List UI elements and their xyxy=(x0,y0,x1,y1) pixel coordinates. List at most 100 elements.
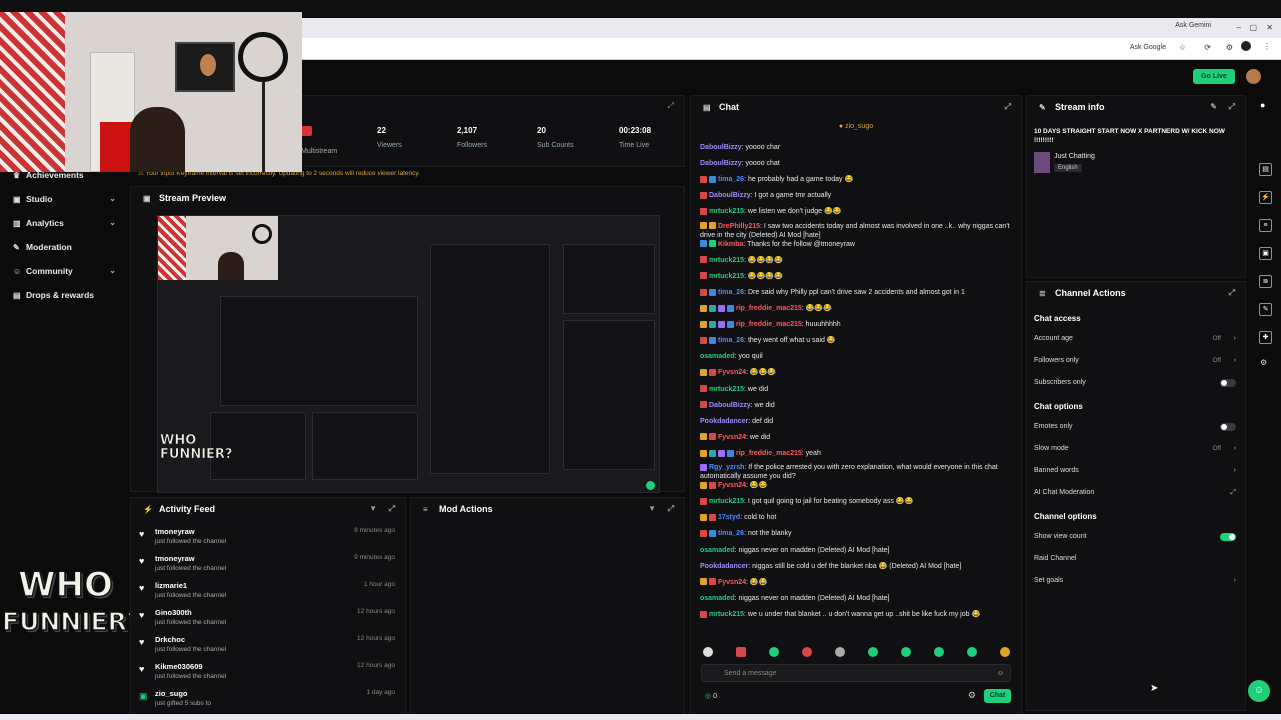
activity-username[interactable]: lizmarie1 xyxy=(155,581,187,590)
filter-icon[interactable]: ▼ xyxy=(648,498,656,520)
sidebar-item-studio[interactable]: ▣ Studio ⌄ xyxy=(0,188,128,210)
chat-username[interactable]: osamaded xyxy=(700,353,735,360)
rail-edit-icon[interactable]: ✎ xyxy=(1259,303,1272,316)
browser-address-bar[interactable]: Ask Google ☆ ⟳ ⚙ ⋮ xyxy=(300,38,1281,60)
chat-username[interactable]: mrtuck215 xyxy=(709,498,744,505)
chat-username[interactable]: Pookdadancer xyxy=(700,418,748,425)
go-live-button[interactable]: Go Live xyxy=(1193,69,1235,84)
edit-icon[interactable]: ✎ xyxy=(1210,96,1217,118)
chat-username[interactable]: DrePhilly215 xyxy=(718,223,760,230)
popout-icon[interactable]: ⤢ xyxy=(1229,282,1235,304)
chat-username[interactable]: tima_26 xyxy=(718,337,744,344)
star-icon[interactable]: ☆ xyxy=(1179,43,1186,52)
toggle-switch[interactable] xyxy=(1220,423,1236,431)
activity-username[interactable]: tmoneyraw xyxy=(155,527,195,536)
chevron-right-icon[interactable]: › xyxy=(1234,464,1236,478)
chevron-right-icon[interactable]: › xyxy=(1234,332,1236,346)
chat-username[interactable]: Fyvsn24 xyxy=(718,434,746,441)
activity-item[interactable]: ▣ zio_sugo just gifted 5 subs to 1 day ago xyxy=(139,688,401,715)
rail-list-icon[interactable]: ≡ xyxy=(1259,219,1272,232)
activity-username[interactable]: zio_sugo xyxy=(155,689,188,698)
sidebar-item-analytics[interactable]: ▥ Analytics ⌄ xyxy=(0,212,128,234)
chat-username[interactable]: DaboulBizzy xyxy=(700,160,742,167)
emote-4[interactable] xyxy=(835,647,845,657)
popout-icon[interactable]: ⤢ xyxy=(1005,96,1011,118)
chat-username[interactable]: mrtuck215 xyxy=(709,386,744,393)
chevron-right-icon[interactable]: › xyxy=(1234,574,1236,588)
stream-preview-video[interactable]: WHO FUNNIER? xyxy=(157,215,660,493)
chat-message[interactable]: mrtuck215: we u under that blanket .. u … xyxy=(700,607,1018,622)
send-chat-button[interactable]: Chat xyxy=(984,689,1011,703)
chat-username[interactable]: tima_26 xyxy=(718,289,744,296)
chat-message[interactable]: mrtuck215: 😂😂😂😂 xyxy=(700,269,1018,284)
channel-option-row[interactable]: Slow mode Off › xyxy=(1034,442,1239,456)
close-icon[interactable]: ✕ xyxy=(1266,23,1273,32)
profile-icon[interactable] xyxy=(1241,41,1251,51)
chat-username[interactable]: 17styd xyxy=(718,514,740,521)
channel-option-row[interactable]: Subscribers only xyxy=(1034,376,1239,390)
emote-3[interactable] xyxy=(802,647,812,657)
chat-username[interactable]: Fyvsn24 xyxy=(718,482,746,489)
chat-message[interactable]: rip_freddie_mac215: huuuhhhhh xyxy=(700,317,1018,332)
emote-5[interactable] xyxy=(868,647,878,657)
chat-message[interactable]: DaboulBizzy: yoooo chat xyxy=(700,156,1018,171)
chat-message[interactable]: Fyvsn24: 😂😂😂 xyxy=(700,365,1018,380)
channel-option-row[interactable]: Show view count xyxy=(1034,530,1239,544)
smile-icon[interactable]: ☺ xyxy=(997,665,1004,683)
channel-option-row[interactable]: AI Chat Moderation ⤢ xyxy=(1034,486,1239,500)
help-chat-icon[interactable]: ☺ xyxy=(1248,680,1270,702)
chat-username[interactable]: Rgy_yzrsh xyxy=(709,464,744,471)
chat-username[interactable]: rip_freddie_mac215 xyxy=(736,305,802,312)
chevron-right-icon[interactable]: › xyxy=(1234,442,1236,456)
chat-message[interactable]: osamaded: niggas never on madden (Delete… xyxy=(700,543,1018,558)
user-avatar[interactable] xyxy=(1246,69,1261,84)
expand-icon[interactable]: ⤢ xyxy=(668,101,674,111)
chat-username[interactable]: DaboulBizzy xyxy=(709,192,751,199)
chat-message[interactable]: tima_26: they went off what u said 😂 xyxy=(700,333,1018,348)
chat-message[interactable]: tima_26: he probably had a game today 😂 xyxy=(700,172,1018,187)
gear-icon[interactable]: ⚙ xyxy=(968,690,976,701)
chat-username[interactable]: mrtuck215 xyxy=(709,208,744,215)
rail-settings-icon[interactable]: ⚙ xyxy=(1260,358,1267,367)
activity-item[interactable]: ♥ lizmarie1 just followed the channel 1 hou… xyxy=(139,580,401,607)
activity-username[interactable]: Kikme030609 xyxy=(155,662,203,671)
chat-message[interactable]: osamaded: niggas never on madden (Delete… xyxy=(700,591,1018,606)
rail-bolt-icon[interactable]: ⚡ xyxy=(1259,191,1272,204)
chat-username[interactable]: Pookdadancer xyxy=(700,563,748,570)
maximize-icon[interactable]: ▢ xyxy=(1249,23,1257,32)
sidebar-item-moderation[interactable]: ✎ Moderation xyxy=(0,236,128,258)
chat-message[interactable]: DaboulBizzy: I got a game tmr actually xyxy=(700,188,1018,203)
chat-username[interactable]: osamaded xyxy=(700,595,735,602)
rail-monitor-icon[interactable]: ▣ xyxy=(1259,247,1272,260)
chat-username[interactable]: osamaded xyxy=(700,547,735,554)
chat-message[interactable]: Kikmba: Thanks for the follow @tmoneyraw xyxy=(700,237,1018,252)
emote-8[interactable] xyxy=(967,647,977,657)
pinned-gift-banner[interactable]: ● zio_sugo xyxy=(691,120,1021,134)
channel-option-row[interactable]: Emotes only xyxy=(1034,420,1239,434)
filter-icon[interactable]: ▼ xyxy=(369,498,377,520)
chat-username[interactable]: tima_26 xyxy=(718,530,744,537)
chat-message[interactable]: rip_freddie_mac215: 😂😂😂 xyxy=(700,301,1018,316)
activity-item[interactable]: ♥ Gino300th just followed the channel 12 ho… xyxy=(139,607,401,634)
extensions-icon[interactable]: ⟳ xyxy=(1204,43,1211,52)
chat-username[interactable]: mrtuck215 xyxy=(709,273,744,280)
emote-7[interactable] xyxy=(934,647,944,657)
emote-9[interactable] xyxy=(1000,647,1010,657)
external-link-icon[interactable]: ⤢ xyxy=(1230,486,1236,500)
activity-item[interactable]: ♥ Drkchoc just followed the channel 12 hour… xyxy=(139,634,401,661)
sidebar-item-drops-rewards[interactable]: ▤ Drops & rewards xyxy=(0,284,128,306)
rail-chat-icon[interactable]: ▤ xyxy=(1259,163,1272,176)
chat-message[interactable]: tima_26: Dre said why Philly ppl can't d… xyxy=(700,285,1018,300)
chat-username[interactable]: mrtuck215 xyxy=(709,257,744,264)
activity-item[interactable]: ♥ tmoneyraw just followed the channel 9 min… xyxy=(139,553,401,580)
emote-1[interactable] xyxy=(736,647,746,657)
chat-message[interactable]: rip_freddie_mac215: yeah xyxy=(700,446,1018,461)
chat-username[interactable]: DaboulBizzy xyxy=(700,144,742,151)
tune-icon[interactable]: ⚙ xyxy=(1226,43,1233,52)
info-icon[interactable]: ● xyxy=(1260,100,1265,110)
chevron-right-icon[interactable]: › xyxy=(1234,354,1236,368)
chat-message[interactable]: Fyvsn24: 😂😂 xyxy=(700,478,1018,493)
chat-username[interactable]: Kikmba xyxy=(718,241,743,248)
chat-message[interactable]: Pookdadancer: niggas still be cold u def… xyxy=(700,559,1018,574)
activity-username[interactable]: tmoneyraw xyxy=(155,554,195,563)
